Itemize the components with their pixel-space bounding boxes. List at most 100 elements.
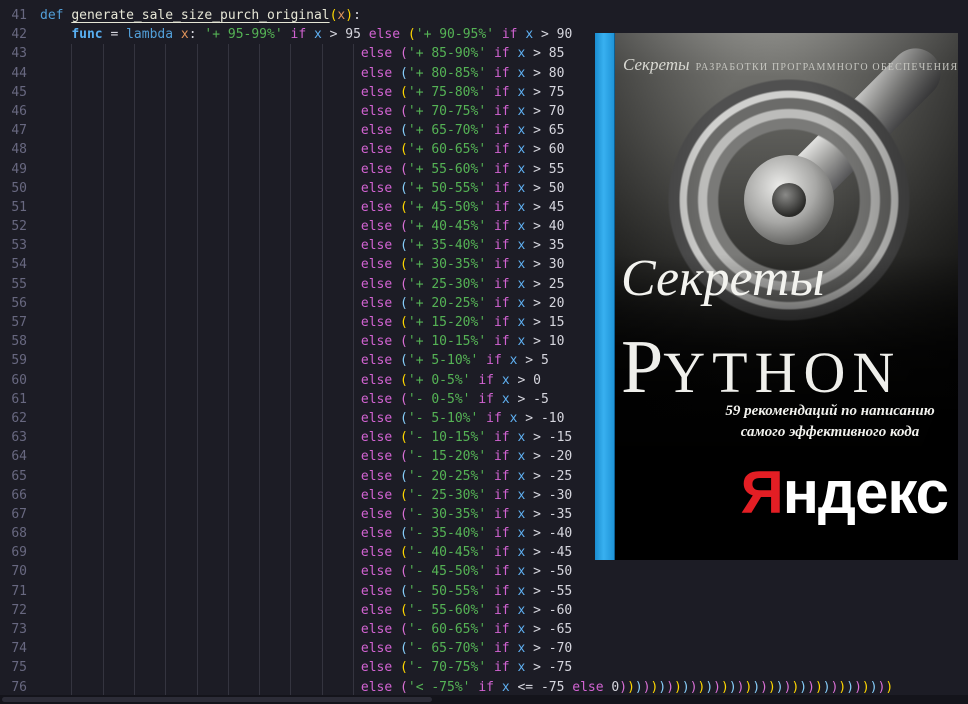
code-token: ( [400,564,408,580]
code-token: else [360,295,393,311]
scrollbar-thumb[interactable] [2,697,432,702]
line-number[interactable]: 66 [0,486,40,505]
code-line-70[interactable]: 70 else ('- 45-50%' if x > -50 [0,562,968,581]
code-line-71[interactable]: 71 else ('- 50-55%' if x > -55 [0,582,968,601]
code-token: 45 [548,199,565,215]
code-token: '- 15-20%' [407,449,487,465]
code-line-41[interactable]: 41 def generate_sale_size_purch_original(… [0,6,968,25]
code-text: else ('- 0-5%' if x > -5 [40,392,549,407]
line-number[interactable]: 65 [0,467,40,486]
line-number[interactable]: 67 [0,505,40,524]
publisher-rest-letters: ндекс [782,459,949,526]
code-token: '+ 80-85%' [407,65,487,81]
line-number[interactable]: 43 [0,44,40,63]
code-text: else ('+ 15-20%' if x > 15 [40,315,565,330]
code-token: '- 25-30%' [407,487,487,503]
line-number[interactable]: 51 [0,198,40,217]
line-number[interactable]: 58 [0,332,40,351]
code-token: else [360,84,393,100]
code-token: else [360,238,393,254]
line-number[interactable]: 49 [0,160,40,179]
line-number[interactable]: 57 [0,313,40,332]
code-token: > [525,334,549,350]
line-number[interactable]: 47 [0,121,40,140]
code-token: 5 [540,353,549,369]
code-token: > [525,583,549,599]
line-number[interactable]: 45 [0,83,40,102]
code-token: '- 30-35%' [407,506,487,522]
code-token: ( [400,679,408,695]
line-number[interactable]: 42 [0,25,40,44]
code-token: ( [400,660,408,676]
code-line-76[interactable]: 76 else ('< -75%' if x <= -75 else 0))))… [0,678,968,697]
line-number[interactable]: 44 [0,64,40,83]
line-number[interactable]: 76 [0,678,40,697]
line-number[interactable]: 61 [0,390,40,409]
code-line-74[interactable]: 74 else ('- 65-70%' if x > -70 [0,639,968,658]
line-number[interactable]: 70 [0,562,40,581]
line-number[interactable]: 53 [0,236,40,255]
code-token: x [501,372,510,388]
line-number[interactable]: 64 [0,447,40,466]
line-number[interactable]: 68 [0,524,40,543]
code-token: if [493,315,510,330]
code-line-72[interactable]: 72 else ('- 55-60%' if x > -60 [0,601,968,620]
line-number[interactable]: 52 [0,217,40,236]
line-number[interactable]: 41 [0,6,40,25]
code-token: if [493,641,510,657]
line-number[interactable]: 48 [0,140,40,159]
line-number[interactable]: 63 [0,428,40,447]
code-token: 15 [548,315,565,330]
line-number[interactable]: 73 [0,620,40,639]
series-caps-text: разработки программного обеспечения [695,62,958,73]
code-token: -75 [548,660,573,676]
line-number[interactable]: 50 [0,179,40,198]
code-text: else ('- 65-70%' if x > -70 [40,641,572,656]
line-number[interactable]: 69 [0,543,40,562]
line-number[interactable]: 54 [0,255,40,274]
book-subtitle: 59 рекомендаций по написанию самого эффе… [710,401,950,443]
code-token: ( [400,353,408,369]
line-number[interactable]: 62 [0,409,40,428]
code-token: ) [854,679,862,695]
line-number[interactable]: 71 [0,582,40,601]
line-number[interactable]: 74 [0,639,40,658]
code-token: ( [400,391,408,407]
line-number[interactable]: 59 [0,351,40,370]
code-token: ) [869,679,878,695]
code-token: <= [509,679,541,695]
horizontal-scrollbar[interactable] [0,695,968,704]
code-token: '+ 40-45%' [407,219,487,235]
book-cover-image: Секреты разработки программного обеспечен… [595,33,958,560]
line-number[interactable]: 56 [0,294,40,313]
code-token: '+ 30-35%' [407,257,487,273]
code-text: else ('+ 5-10%' if x > 5 [40,353,549,368]
code-token: else [360,430,393,446]
code-token: if [493,142,510,158]
line-number[interactable]: 75 [0,658,40,677]
line-number[interactable]: 55 [0,275,40,294]
line-number[interactable]: 46 [0,102,40,121]
code-line-75[interactable]: 75 else ('- 70-75%' if x > -75 [0,658,968,677]
code-token: ) [666,679,675,695]
code-line-73[interactable]: 73 else ('- 60-65%' if x > -65 [0,620,968,639]
line-number[interactable]: 60 [0,371,40,390]
line-number[interactable]: 72 [0,601,40,620]
